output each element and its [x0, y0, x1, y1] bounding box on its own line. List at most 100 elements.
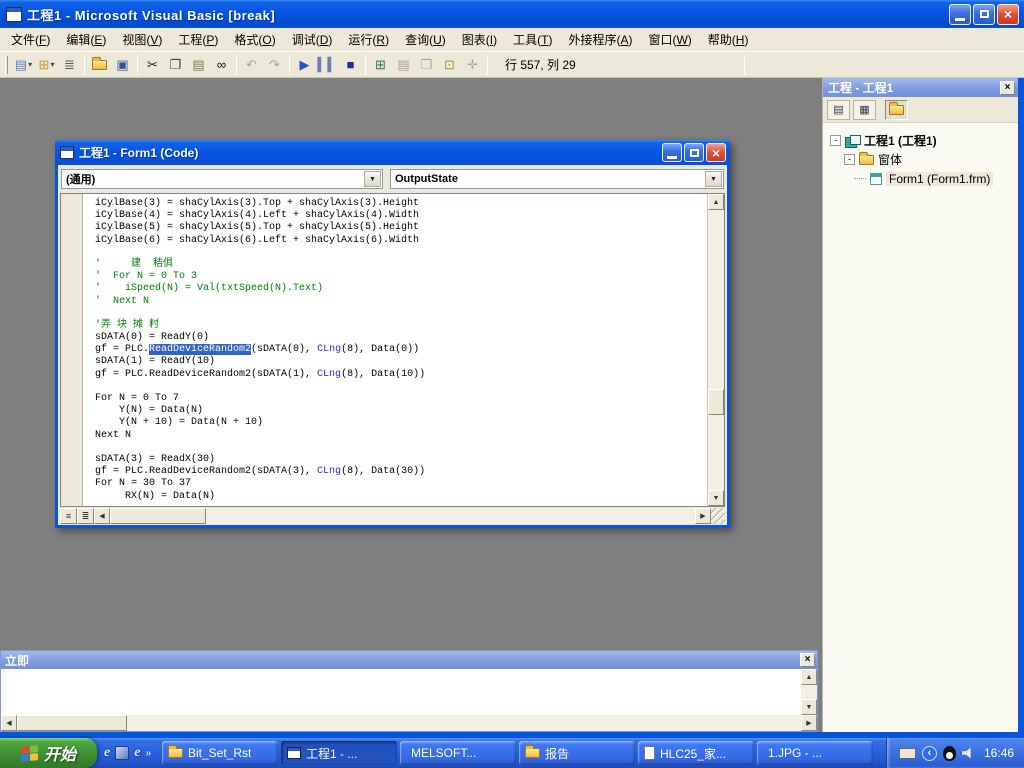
immediate-horizontal-scrollbar[interactable]: ◀ ▶	[1, 715, 817, 731]
code-vertical-scrollbar[interactable]: ▲ ▼	[707, 194, 724, 506]
copy-button[interactable]: ❐	[164, 54, 187, 76]
menu-item-6[interactable]: 运行(R)	[340, 27, 397, 52]
taskbar-item-0[interactable]: Bit_Set_Rst	[162, 741, 278, 765]
application-icon[interactable]	[115, 746, 129, 760]
scroll-right-icon[interactable]: ▶	[801, 715, 817, 731]
add-project-button[interactable]: ▤▾	[12, 54, 35, 76]
menu-item-5[interactable]: 调试(D)	[284, 27, 341, 52]
taskbar-item-label: Bit_Set_Rst	[188, 746, 251, 760]
collapse-icon[interactable]: -	[844, 154, 855, 165]
internet-explorer-icon[interactable]: e	[104, 745, 110, 761]
horizontal-scroll-thumb[interactable]	[17, 715, 127, 731]
close-button[interactable]: ×	[997, 4, 1019, 25]
code-close-button[interactable]: ×	[706, 143, 726, 162]
menu-item-0[interactable]: 文件(F)	[3, 27, 58, 52]
code-editor[interactable]: iCylBase(3) = shaCylAxis(3).Top + shaCyl…	[60, 193, 725, 507]
scroll-up-icon[interactable]: ▲	[801, 669, 817, 685]
immediate-window-titlebar[interactable]: 立即 ×	[1, 651, 817, 669]
code-horizontal-scrollbar[interactable]: ◀ ▶	[94, 508, 711, 524]
minimize-button[interactable]: ▬	[949, 4, 971, 25]
code-maximize-button[interactable]	[684, 143, 704, 162]
horizontal-scroll-thumb[interactable]	[110, 508, 206, 524]
menu-item-7[interactable]: 查询(U)	[397, 27, 454, 52]
find-button[interactable]: ∞	[210, 54, 233, 76]
dropdown-arrow-icon[interactable]: ▾	[50, 60, 54, 69]
start-button[interactable]: 开始	[0, 738, 97, 768]
add-form-button[interactable]: ⊞▾	[35, 54, 58, 76]
code-margin-indicator-bar[interactable]	[61, 194, 83, 506]
save-project-button[interactable]: ▣	[111, 54, 134, 76]
taskbar-item-1[interactable]: 工程1 - ...	[281, 741, 397, 765]
immediate-text-area[interactable]	[1, 669, 801, 715]
tree-item-forms-folder[interactable]: - 窗体	[844, 150, 1016, 169]
more-chevron-icon[interactable]: »	[145, 748, 151, 759]
qq-icon[interactable]	[943, 746, 956, 761]
toolbox-button[interactable]: ✛	[461, 54, 484, 76]
scroll-right-icon[interactable]: ▶	[695, 508, 711, 524]
view-code-button[interactable]: ▤	[827, 100, 850, 120]
menu-editor-button[interactable]: ≣	[58, 54, 81, 76]
cut-button[interactable]: ✂	[141, 54, 164, 76]
scroll-down-icon[interactable]: ▼	[801, 699, 817, 715]
taskbar-item-5[interactable]: 1.JPG - ...	[757, 741, 873, 765]
view-object-button[interactable]: ▦	[853, 100, 876, 120]
toggle-folders-button[interactable]	[885, 100, 908, 120]
object-combobox-dropdown-icon[interactable]: ▼	[364, 171, 381, 187]
procedure-combobox[interactable]: OutputState ▼	[390, 169, 724, 189]
project-explorer-titlebar[interactable]: 工程 - 工程1 ×	[823, 78, 1018, 97]
immediate-close-icon[interactable]: ×	[800, 653, 815, 667]
volume-icon[interactable]	[962, 747, 976, 759]
object-browser-button[interactable]: ⊡	[438, 54, 461, 76]
keyboard-icon[interactable]	[899, 748, 916, 759]
menu-item-4[interactable]: 格式(O)	[226, 27, 283, 52]
menu-item-1[interactable]: 编辑(E)	[58, 27, 114, 52]
menu-item-3[interactable]: 工程(P)	[170, 27, 226, 52]
menu-item-11[interactable]: 窗口(W)	[640, 27, 699, 52]
form-layout-button[interactable]: ❒	[415, 54, 438, 76]
resize-grip[interactable]	[711, 508, 725, 524]
tree-item-project[interactable]: - 工程1 (工程1)	[830, 131, 1016, 150]
internet-explorer-icon[interactable]: e	[134, 745, 140, 761]
doc-icon	[644, 746, 655, 760]
code-minimize-button[interactable]: ▬	[662, 143, 682, 162]
undo-button[interactable]: ↶	[240, 54, 263, 76]
end-button[interactable]: ■	[339, 54, 362, 76]
scroll-up-icon[interactable]: ▲	[708, 194, 724, 210]
code-window-titlebar[interactable]: 工程1 - Form1 (Code) ▬ ×	[55, 140, 730, 165]
paste-button[interactable]: ▤	[187, 54, 210, 76]
taskbar-item-4[interactable]: HLC25_家...	[638, 741, 754, 765]
language-bar-icon[interactable]: ‹	[922, 746, 937, 761]
taskbar-item-2[interactable]: MELSOFT...	[400, 741, 516, 765]
tree-item-form1[interactable]: Form1 (Form1.frm)	[854, 169, 1016, 188]
vertical-scroll-thumb[interactable]	[708, 389, 724, 415]
menu-item-2[interactable]: 视图(V)	[114, 27, 170, 52]
redo-button[interactable]: ↷	[263, 54, 286, 76]
menu-item-10[interactable]: 外接程序(A)	[560, 27, 640, 52]
properties-window-button[interactable]: ▤	[392, 54, 415, 76]
menu-item-12[interactable]: 帮助(H)	[700, 27, 757, 52]
open-project-button[interactable]	[88, 54, 111, 76]
code-line: '弄 块 摊 籿	[95, 320, 707, 332]
menu-item-9[interactable]: 工具(T)	[505, 27, 560, 52]
break-button[interactable]: ▍▍	[316, 54, 339, 76]
scroll-down-icon[interactable]: ▼	[708, 490, 724, 506]
scroll-left-icon[interactable]: ◀	[1, 715, 17, 731]
project-explorer-close-icon[interactable]: ×	[1000, 81, 1015, 95]
procedure-combobox-dropdown-icon[interactable]: ▼	[705, 171, 722, 187]
maximize-button[interactable]	[973, 4, 995, 25]
menu-bar: 文件(F)编辑(E)视图(V)工程(P)格式(O)调试(D)运行(R)查询(U)…	[0, 28, 1024, 52]
taskbar-item-3[interactable]: 报告	[519, 741, 635, 765]
code-text[interactable]: iCylBase(3) = shaCylAxis(3).Top + shaCyl…	[83, 194, 707, 506]
collapse-icon[interactable]: -	[830, 135, 841, 146]
run-button[interactable]: ▶	[293, 54, 316, 76]
full-module-view-button[interactable]: ≣	[77, 508, 94, 524]
project-explorer-button[interactable]: ⊞	[369, 54, 392, 76]
scroll-left-icon[interactable]: ◀	[94, 508, 110, 524]
immediate-vertical-scrollbar[interactable]: ▲ ▼	[801, 669, 817, 715]
toolbar-separator	[84, 55, 85, 75]
toolbar-grip[interactable]	[5, 56, 8, 74]
procedure-view-button[interactable]: ≡	[60, 508, 77, 524]
menu-item-8[interactable]: 图表(I)	[454, 27, 505, 52]
object-combobox[interactable]: (通用) ▼	[61, 169, 383, 189]
dropdown-arrow-icon[interactable]: ▾	[28, 60, 32, 69]
